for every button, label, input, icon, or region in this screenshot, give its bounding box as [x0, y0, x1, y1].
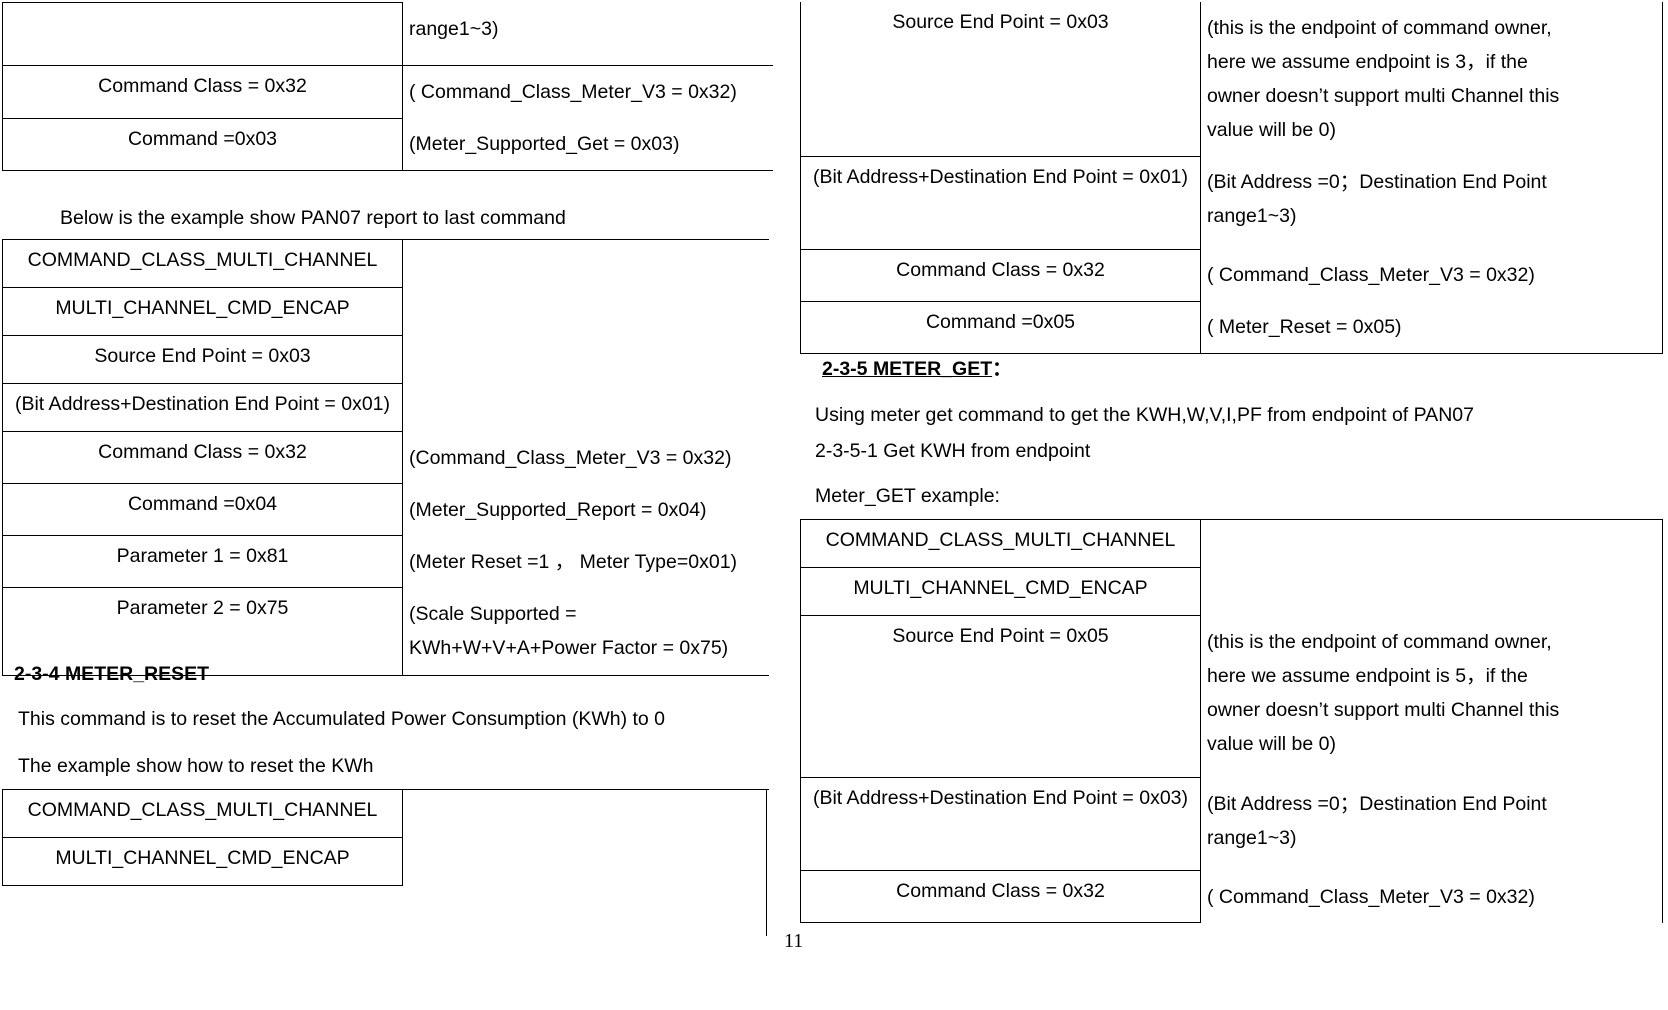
- cell-command-right: (Bit Address =0；Destination End Point ra…: [1200, 777, 1663, 871]
- table-continuation-rule: [766, 789, 767, 936]
- cell-command-right: range1~3): [402, 2, 773, 66]
- cell-command-left: MULTI_CHANNEL_CMD_ENCAP: [2, 837, 403, 886]
- cell-command-left: Command =0x04: [2, 483, 403, 536]
- cell-command-right: (Meter_Supported_Report = 0x04): [402, 483, 769, 536]
- cell-line: ( Command_Class_Meter_V3 = 0x32): [1207, 264, 1535, 286]
- cell-line: value will be 0): [1207, 732, 1336, 755]
- cell-line: ( Command_Class_Meter_V3 = 0x32): [409, 81, 737, 103]
- meter-supported-get-table: range1~3) Command Class = 0x32 ( Command…: [2, 2, 773, 171]
- cell-command-left: Source End Point = 0x03: [800, 2, 1201, 157]
- table-row: (Bit Address+Destination End Point = 0x0…: [800, 155, 1663, 250]
- intro-paragraph: Below is the example show PAN07 report t…: [60, 207, 566, 229]
- table-row: Source End Point = 0x05 (this is the end…: [800, 615, 1663, 778]
- body-paragraph-get-kwh: 2-3-5-1 Get KWH from endpoint: [815, 440, 1091, 462]
- cell-command-left: [2, 2, 403, 66]
- cell-command-right: (Meter_Supported_Get = 0x03): [402, 118, 773, 171]
- heading-meter-reset: 2-3-4 METER_RESET: [14, 663, 210, 685]
- cell-command-left: Command Class = 0x32: [800, 870, 1201, 923]
- cell-command-left: COMMAND_CLASS_MULTI_CHANNEL: [800, 519, 1201, 568]
- cell-command-right: (Meter Reset =1 ， Meter Type=0x01): [402, 535, 769, 588]
- cell-line: range1~3): [1207, 826, 1297, 849]
- cell-command-left: Command Class = 0x32: [2, 431, 403, 484]
- cell-command-left: Command =0x03: [2, 117, 403, 171]
- table-row: COMMAND_CLASS_MULTI_CHANNEL: [2, 789, 769, 886]
- cell-line: (this is the endpoint of command owner,: [1207, 17, 1552, 39]
- table-row: Parameter 1 = 0x81 (Meter Reset =1 ， Met…: [2, 535, 769, 588]
- body-paragraph-meter-get-desc: Using meter get command to get the KWH,W…: [815, 404, 1474, 426]
- heading-meter-get-number: 2-3-5 METER_GET: [822, 358, 993, 380]
- cell-command-left: MULTI_CHANNEL_CMD_ENCAP: [2, 287, 403, 336]
- table-row: COMMAND_CLASS_MULTI_CHANNEL: [2, 239, 769, 432]
- table-row: Command Class = 0x32 ( Command_Class_Met…: [800, 248, 1663, 302]
- table-row: Command =0x05 ( Meter_Reset = 0x05): [800, 300, 1663, 354]
- cell-line: KWh+W+V+A+Power Factor = 0x75): [409, 636, 729, 659]
- table-row: Source End Point = 0x03 (this is the end…: [800, 2, 1663, 157]
- table-row: Command =0x03 (Meter_Supported_Get = 0x0…: [2, 117, 773, 171]
- cell-line: here we assume endpoint is 5，if the: [1207, 664, 1528, 687]
- cell-command-left: Source End Point = 0x05: [800, 615, 1201, 778]
- cell-command-left: Command =0x05: [800, 300, 1201, 354]
- cell-line: (Meter_Supported_Report = 0x04): [409, 498, 707, 521]
- table-row: Command Class = 0x32 ( Command_Class_Met…: [800, 870, 1663, 923]
- table-row: Command Class = 0x32 (Command_Class_Mete…: [2, 431, 769, 484]
- meter-supported-report-table: COMMAND_CLASS_MULTI_CHANNEL MULTI_CHANNE…: [2, 239, 769, 676]
- cell-command-right: (Scale Supported = KWh+W+V+A+Power Facto…: [402, 587, 769, 676]
- table-row: Command Class = 0x32 ( Command_Class_Met…: [2, 65, 773, 119]
- table-row: (Bit Address+Destination End Point = 0x0…: [800, 777, 1663, 871]
- cell-command-right: [402, 789, 769, 886]
- meter-reset-continued-table: Source End Point = 0x03 (this is the end…: [800, 2, 1663, 354]
- meter-reset-example-table: COMMAND_CLASS_MULTI_CHANNEL MULTI_CHANNE…: [2, 789, 769, 886]
- cell-command-left: (Bit Address+Destination End Point = 0x0…: [800, 777, 1201, 871]
- body-paragraph-reset-desc: This command is to reset the Accumulated…: [18, 708, 666, 730]
- cell-line: ( Command_Class_Meter_V3 = 0x32): [1207, 885, 1535, 908]
- cell-command-right: [402, 239, 769, 432]
- cell-command-left: Command Class = 0x32: [800, 248, 1201, 302]
- cell-command-left: COMMAND_CLASS_MULTI_CHANNEL: [2, 789, 403, 838]
- document-page: range1~3) Command Class = 0x32 ( Command…: [0, 0, 1668, 1010]
- cell-line: (Bit Address =0；Destination End Point: [1207, 171, 1547, 193]
- cell-command-right: (this is the endpoint of command owner, …: [1200, 2, 1663, 156]
- cell-command-left: (Bit Address+Destination End Point = 0x0…: [800, 155, 1201, 250]
- body-paragraph-meter-get-example: Meter_GET example:: [815, 485, 1000, 507]
- cell-command-left: Parameter 1 = 0x81: [2, 535, 403, 588]
- meter-get-example-table: COMMAND_CLASS_MULTI_CHANNEL MULTI_CHANNE…: [800, 519, 1663, 923]
- cell-line: range1~3): [409, 17, 499, 40]
- cell-line: range1~3): [1207, 205, 1297, 227]
- cell-command-left: MULTI_CHANNEL_CMD_ENCAP: [800, 567, 1201, 616]
- heading-meter-get-suffix: ：: [992, 358, 1012, 380]
- cell-line: owner doesn’t support multi Channel this: [1207, 85, 1560, 107]
- heading-meter-get: 2-3-5 METER_GET：: [822, 358, 1012, 380]
- cell-command-left: Command Class = 0x32: [2, 65, 403, 119]
- cell-line: (Meter_Supported_Get = 0x03): [409, 133, 680, 155]
- cell-command-left: Source End Point = 0x03: [2, 335, 403, 384]
- cell-command-right: [1200, 519, 1663, 616]
- cell-command-right: (Command_Class_Meter_V3 = 0x32): [402, 431, 769, 484]
- cell-line: value will be 0): [1207, 119, 1336, 141]
- cell-line: (Command_Class_Meter_V3 = 0x32): [409, 446, 732, 469]
- cell-line: (Bit Address =0；Destination End Point: [1207, 792, 1547, 815]
- cell-command-right: ( Command_Class_Meter_V3 = 0x32): [1200, 249, 1663, 301]
- cell-line: ( Meter_Reset = 0x05): [1207, 316, 1402, 338]
- cell-line: here we assume endpoint is 3，if the: [1207, 51, 1528, 73]
- cell-command-right: (this is the endpoint of command owner, …: [1200, 615, 1663, 778]
- cell-command-left: COMMAND_CLASS_MULTI_CHANNEL: [2, 239, 403, 288]
- page-number: 11: [784, 930, 804, 952]
- cell-command-right: ( Command_Class_Meter_V3 = 0x32): [402, 65, 773, 118]
- body-paragraph-reset-example: The example show how to reset the KWh: [18, 755, 374, 777]
- cell-command-right: ( Command_Class_Meter_V3 = 0x32): [1200, 870, 1663, 923]
- cell-command-right: ( Meter_Reset = 0x05): [1200, 301, 1663, 354]
- table-row: range1~3): [2, 2, 773, 66]
- cell-command-right: (Bit Address =0；Destination End Point ra…: [1200, 156, 1663, 249]
- cell-line: owner doesn’t support multi Channel this: [1207, 698, 1560, 721]
- cell-line: (Scale Supported =: [409, 602, 577, 625]
- table-row: COMMAND_CLASS_MULTI_CHANNEL: [800, 519, 1663, 616]
- cell-line: (this is the endpoint of command owner,: [1207, 630, 1552, 653]
- table-row: Command =0x04 (Meter_Supported_Report = …: [2, 483, 769, 536]
- cell-line: (Meter Reset =1 ， Meter Type=0x01): [409, 550, 738, 573]
- cell-command-left: (Bit Address+Destination End Point = 0x0…: [2, 383, 403, 432]
